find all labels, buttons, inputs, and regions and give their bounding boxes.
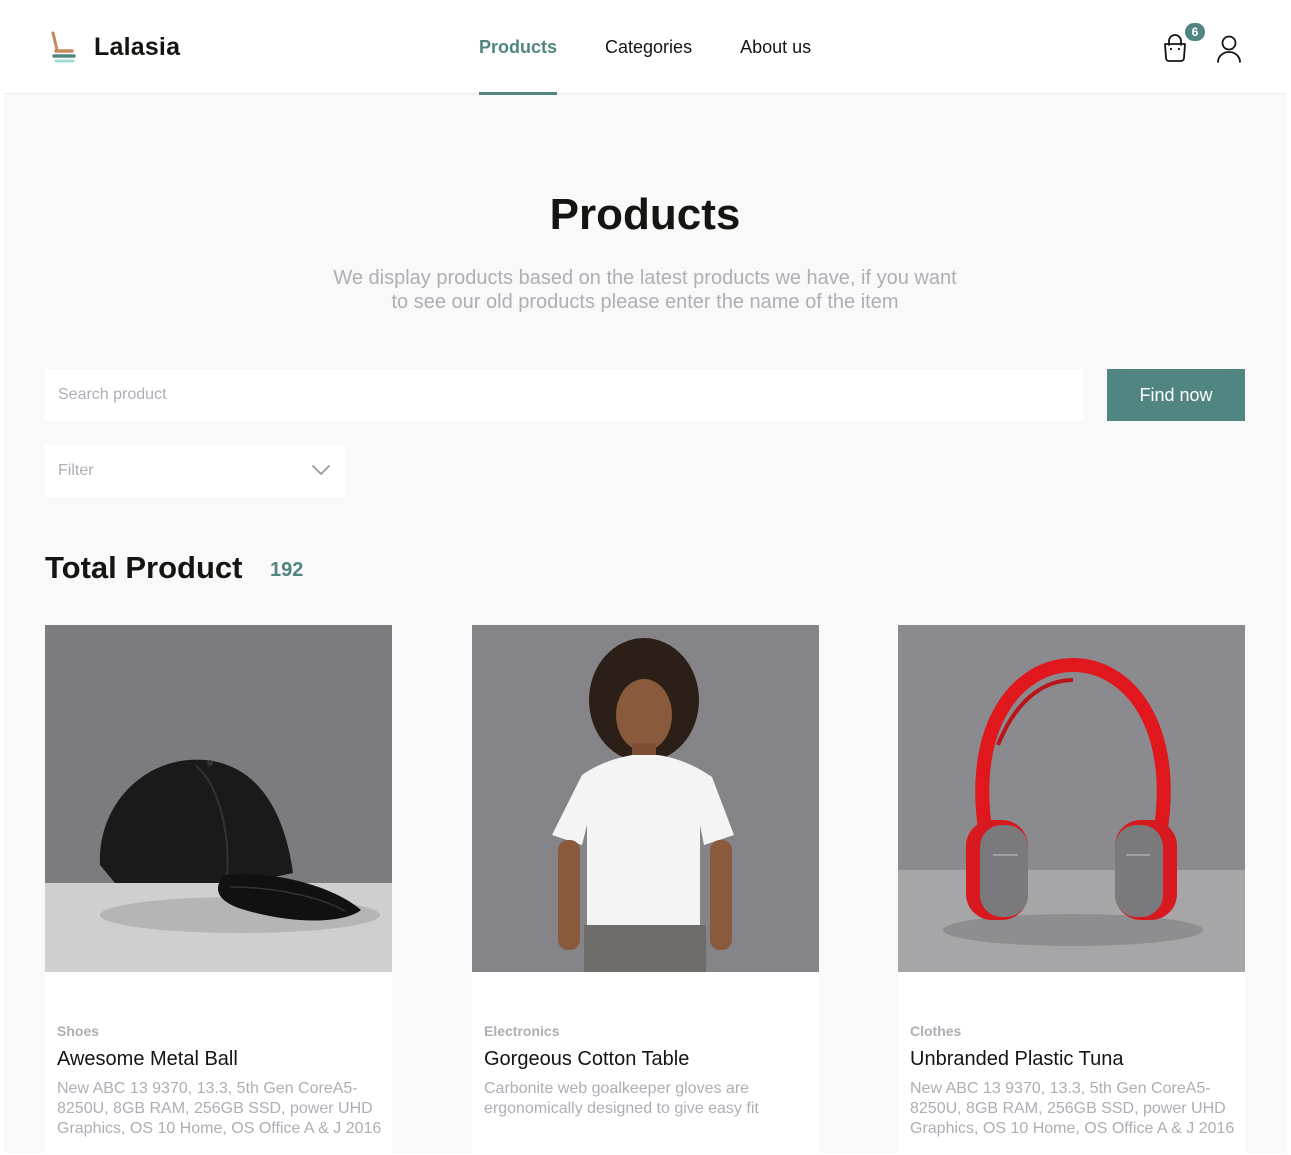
product-image bbox=[45, 625, 392, 972]
product-image bbox=[898, 625, 1245, 972]
brand-name: Lalasia bbox=[94, 32, 181, 61]
total-product-heading: Total Product bbox=[45, 550, 243, 585]
logo[interactable]: Lalasia bbox=[50, 30, 180, 64]
filter-label: Filter bbox=[58, 462, 94, 479]
cap-image bbox=[45, 625, 392, 972]
product-card[interactable]: Clothes Unbranded Plastic Tuna New ABC 1… bbox=[898, 625, 1245, 1153]
user-icon bbox=[1217, 35, 1241, 63]
find-now-button[interactable]: Find now bbox=[1107, 369, 1245, 421]
product-title: Awesome Metal Ball bbox=[57, 1048, 238, 1070]
product-category: Electronics bbox=[484, 1023, 560, 1039]
headphones-image bbox=[898, 625, 1245, 972]
cart-count-badge: 6 bbox=[1185, 23, 1205, 41]
product-image bbox=[472, 625, 819, 972]
product-category: Clothes bbox=[910, 1023, 962, 1039]
woman-tshirt-image bbox=[472, 625, 819, 972]
product-title: Unbranded Plastic Tuna bbox=[910, 1048, 1124, 1070]
chevron-down-icon bbox=[312, 465, 330, 475]
site-header: Lalasia Products Categories About us 6 bbox=[4, 2, 1286, 95]
filter-dropdown[interactable]: Filter bbox=[45, 445, 345, 497]
product-category: Shoes bbox=[57, 1023, 100, 1039]
chair-logo-icon bbox=[51, 31, 76, 63]
page-subtitle: We display products based on the latest … bbox=[333, 267, 957, 313]
product-description: Carbonite web goalkeeper gloves are ergo… bbox=[484, 1080, 759, 1117]
user-account-button[interactable] bbox=[1214, 32, 1244, 64]
page-title: Products bbox=[549, 190, 741, 239]
nav-item-products[interactable]: Products bbox=[479, 2, 558, 95]
nav-item-categories[interactable]: Categories bbox=[605, 2, 692, 94]
nav-item-about-us[interactable]: About us bbox=[740, 2, 811, 94]
product-description: New ABC 13 9370, 13.3, 5th Gen CoreA5-82… bbox=[57, 1080, 382, 1137]
total-product-count: 192 bbox=[270, 559, 304, 581]
main-nav: Products Categories About us bbox=[479, 2, 859, 95]
product-title: Gorgeous Cotton Table bbox=[484, 1048, 690, 1070]
product-card[interactable]: Shoes Awesome Metal Ball New ABC 13 9370… bbox=[45, 625, 392, 1153]
page: Lalasia Products Categories About us 6 P… bbox=[4, 2, 1286, 1153]
product-card[interactable]: Electronics Gorgeous Cotton Table Carbon… bbox=[472, 625, 819, 1153]
search-input[interactable] bbox=[45, 369, 1083, 421]
product-description: New ABC 13 9370, 13.3, 5th Gen CoreA5-82… bbox=[910, 1080, 1235, 1137]
